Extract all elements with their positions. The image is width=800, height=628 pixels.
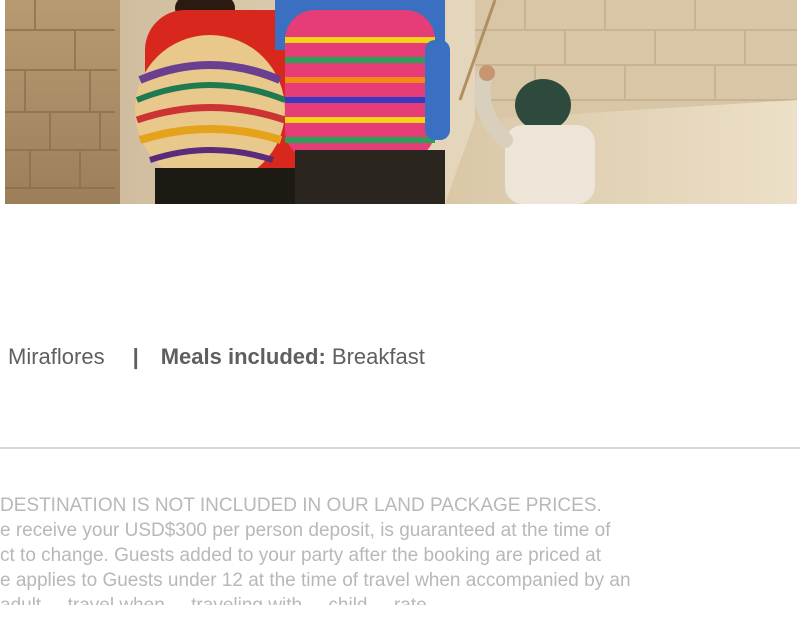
meals-label: Meals included:	[160, 344, 326, 369]
meals-value: Breakfast	[331, 344, 425, 369]
page: Miraflores | Meals included: Breakfast DES…	[0, 0, 800, 628]
terms-line: DESTINATION IS NOT INCLUDED IN OUR LAND …	[0, 495, 602, 516]
hero-image	[5, 0, 797, 204]
details-separator: |	[132, 344, 139, 369]
terms-line: e receive your USD$300 per person deposi…	[0, 520, 611, 541]
terms-line: ct to change. Guests added to your party…	[0, 545, 601, 566]
terms-fine-print: DESTINATION IS NOT INCLUDED IN OUR LAND …	[0, 493, 800, 605]
hotel-details: Miraflores | Meals included: Breakfast	[8, 344, 425, 370]
terms-line: adult ... travel when ... traveling with…	[0, 593, 800, 605]
section-divider	[0, 447, 800, 449]
terms-line: e applies to Guests under 12 at the time…	[0, 570, 631, 591]
hotel-location: Miraflores	[8, 344, 105, 369]
photo-andean-women-and-child	[5, 0, 797, 204]
